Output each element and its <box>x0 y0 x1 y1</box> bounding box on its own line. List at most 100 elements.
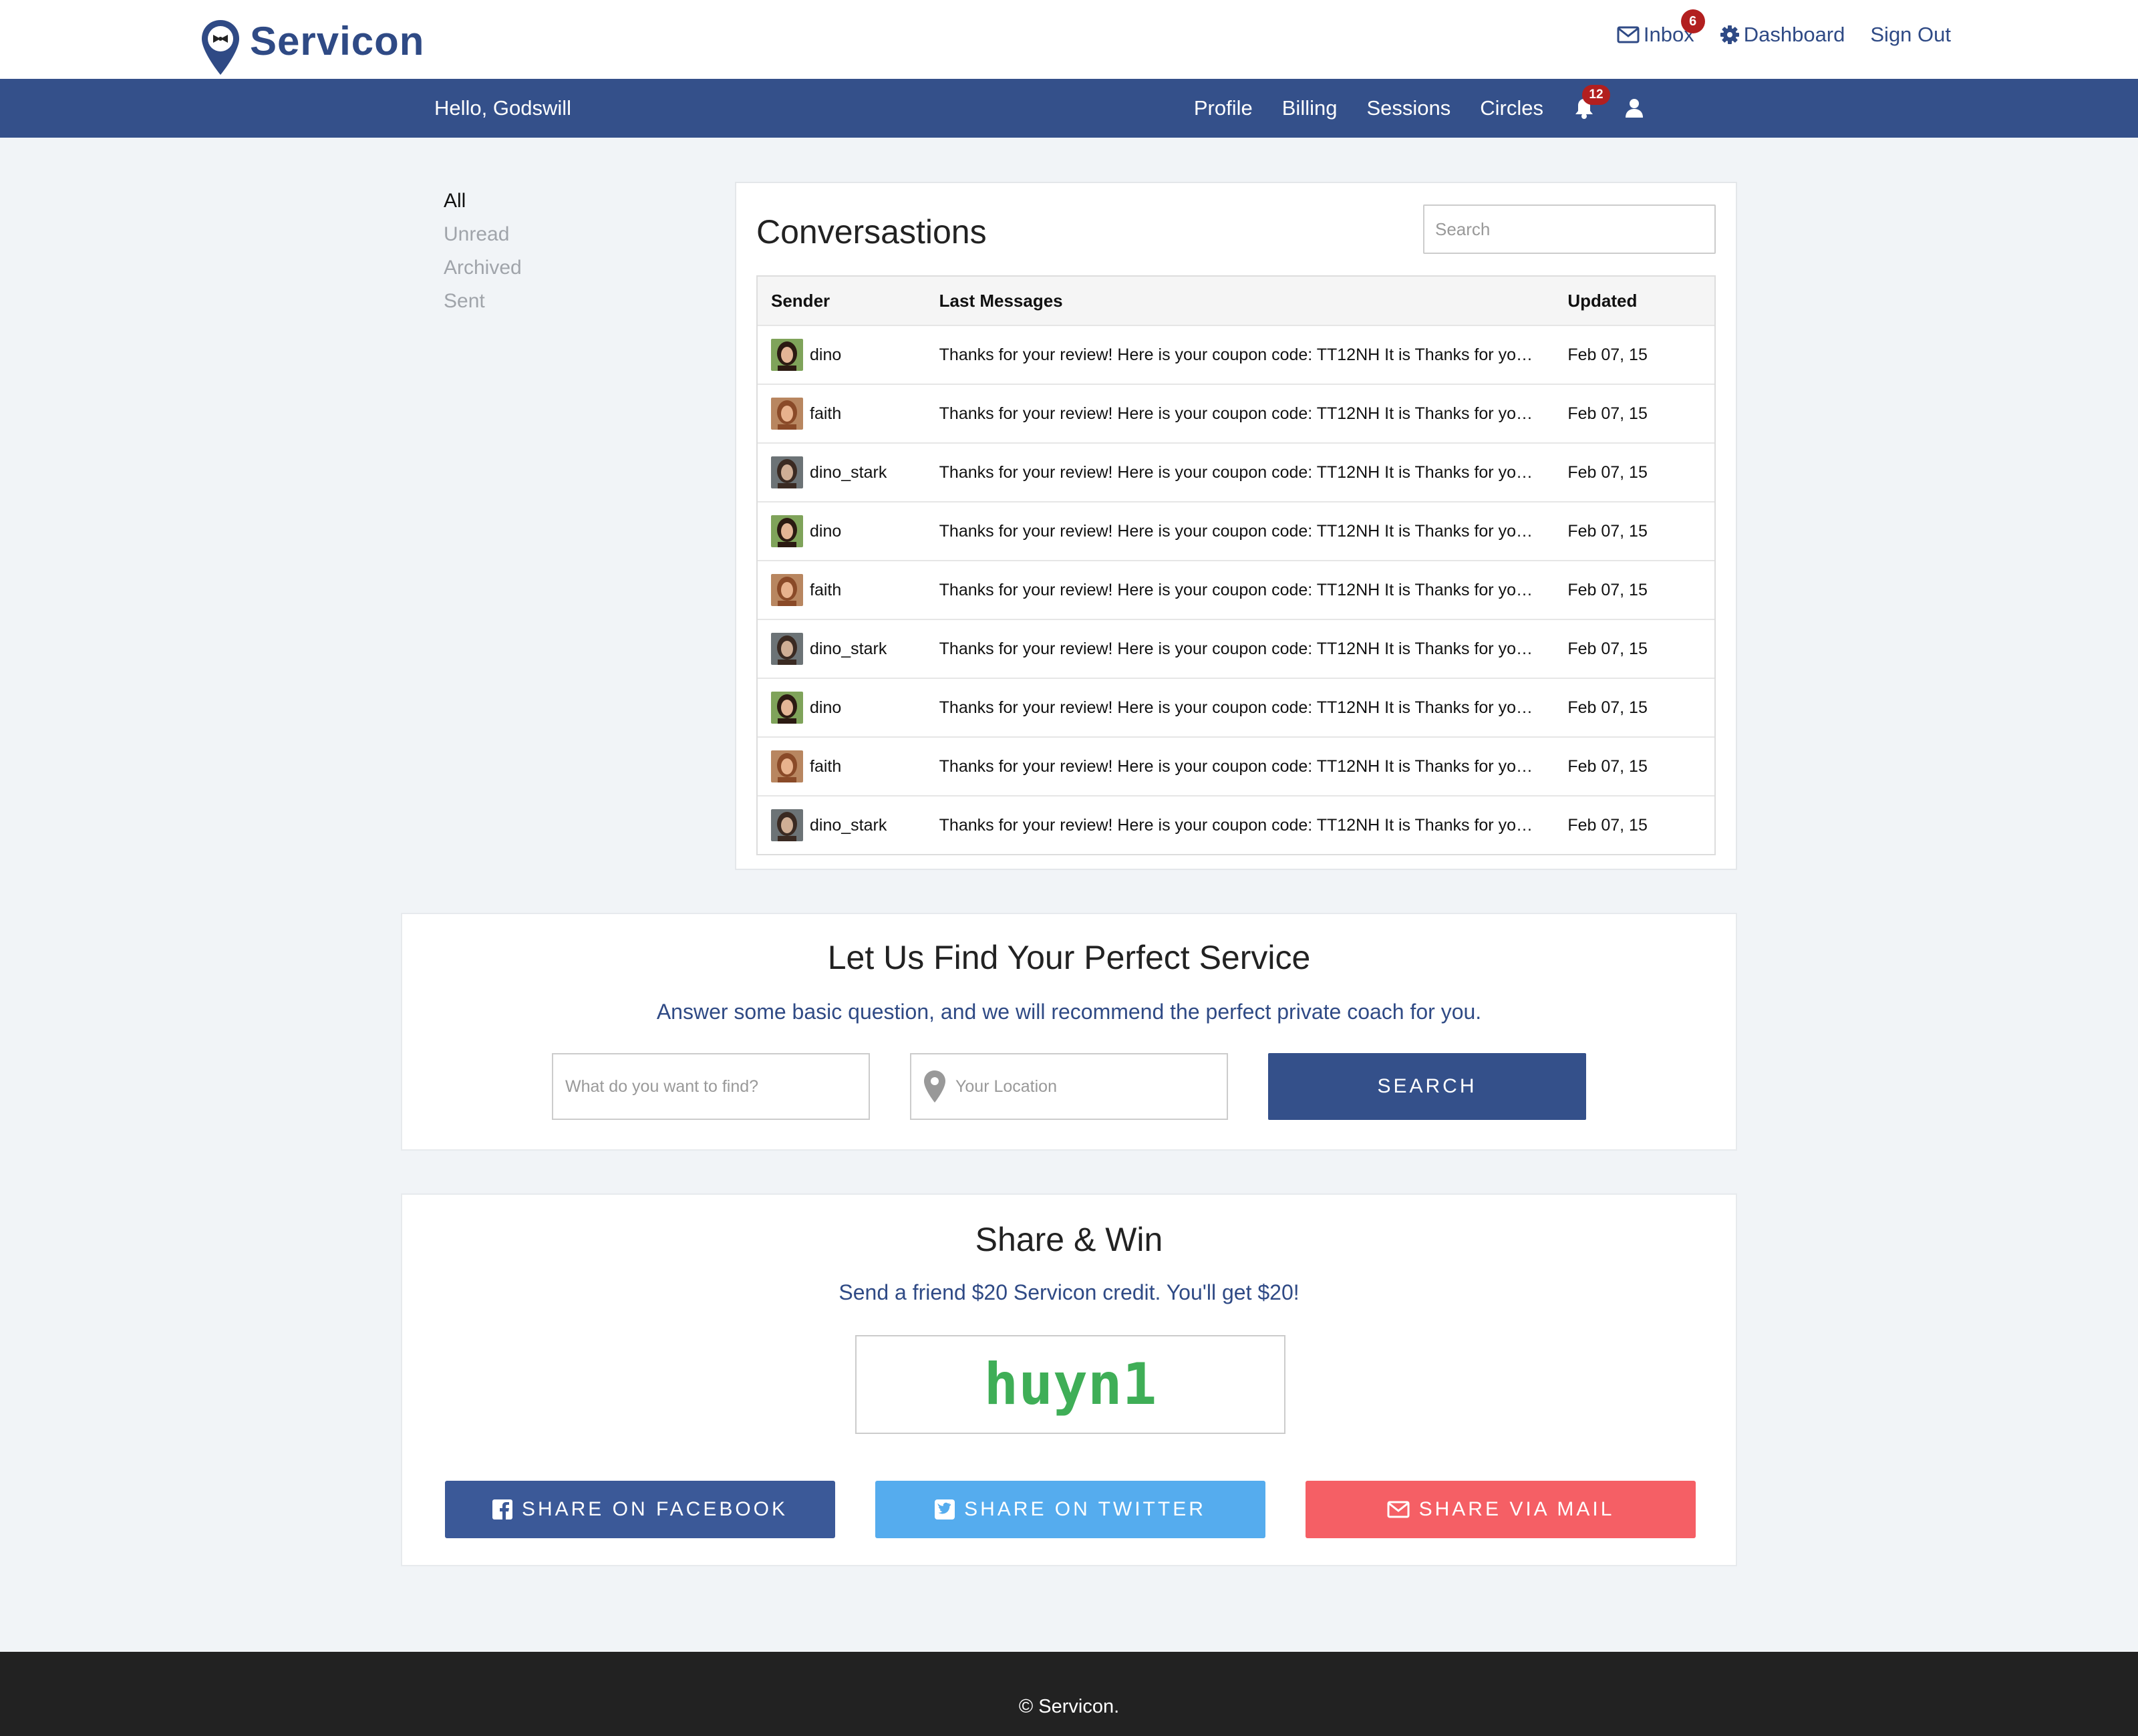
dashboard-link[interactable]: Dashboard <box>1720 23 1845 47</box>
footer-copyright: © Servicon. <box>1018 1696 1120 1717</box>
what-to-find-input[interactable]: What do you want to find? <box>552 1053 870 1120</box>
column-header-last-messages: Last Messages <box>939 290 1063 311</box>
updated-cell: Feb 07, 15 <box>1567 639 1648 658</box>
table-row[interactable]: dino Thanks for your review! Here is your… <box>758 501 1714 560</box>
last-message-cell: Thanks for your review! Here is your cou… <box>939 345 1555 364</box>
updated-cell: Feb 07, 15 <box>1567 462 1648 482</box>
avatar <box>771 692 803 724</box>
avatar <box>771 339 803 371</box>
updated-cell: Feb 07, 15 <box>1567 404 1648 423</box>
table-row[interactable]: faith Thanks for your review! Here is you… <box>758 560 1714 619</box>
find-service-subtitle: Answer some basic question, and we will … <box>656 1000 1482 1024</box>
share-and-win-panel: Share & Win Send a friend $20 Servicon c… <box>401 1193 1737 1566</box>
what-to-find-placeholder: What do you want to find? <box>565 1076 759 1096</box>
last-message-cell: Thanks for your review! Here is your cou… <box>939 756 1555 776</box>
main-navbar: Hello, Godswill Profile Billing Sessions… <box>0 79 2138 138</box>
nav-circles[interactable]: Circles <box>1480 96 1543 120</box>
updated-cell: Feb 07, 15 <box>1567 521 1648 541</box>
table-row[interactable]: dino_stark Thanks for your review! Here i… <box>758 619 1714 678</box>
location-placeholder: Your Location <box>955 1076 1057 1096</box>
sender-name: dino <box>810 521 842 541</box>
nav-sessions[interactable]: Sessions <box>1366 96 1450 120</box>
logo-text: Servicon <box>250 18 425 63</box>
avatar <box>771 456 803 488</box>
referral-code[interactable]: huyn1 <box>855 1335 1285 1434</box>
sender-cell: faith <box>758 750 939 782</box>
top-header: Servicon Inbox 6 Dashboard Sign Out <box>0 0 2138 79</box>
message-filters: All Unread Archived Sent <box>444 184 522 318</box>
conversations-table: Sender Last Messages Updated dino Thanks … <box>756 275 1716 855</box>
find-search-button[interactable]: SEARCH <box>1268 1053 1586 1120</box>
updated-cell: Feb 07, 15 <box>1567 815 1648 835</box>
updated-cell: Feb 07, 15 <box>1567 756 1648 776</box>
envelope-icon <box>1387 1501 1410 1518</box>
column-header-updated: Updated <box>1567 290 1638 311</box>
nav-billing[interactable]: Billing <box>1282 96 1338 120</box>
sender-name: dino_stark <box>810 815 887 835</box>
envelope-icon <box>1617 26 1640 43</box>
inbox-link[interactable]: Inbox 6 <box>1617 9 1705 47</box>
facebook-icon <box>492 1499 512 1520</box>
sender-cell: dino <box>758 339 939 371</box>
sign-out-label: Sign Out <box>1870 23 1951 46</box>
inbox-count-badge: 6 <box>1680 9 1705 33</box>
filter-sent[interactable]: Sent <box>444 285 522 318</box>
filter-archived[interactable]: Archived <box>444 251 522 285</box>
conversations-search-input[interactable] <box>1423 204 1716 254</box>
location-pin-icon <box>924 1070 945 1103</box>
updated-cell: Feb 07, 15 <box>1567 580 1648 599</box>
last-message-cell: Thanks for your review! Here is your cou… <box>939 521 1555 541</box>
sender-cell: dino <box>758 515 939 547</box>
location-input[interactable]: Your Location <box>910 1053 1228 1120</box>
sender-name: faith <box>810 404 842 423</box>
location-pin-logo-icon <box>202 20 239 75</box>
avatar <box>771 515 803 547</box>
twitter-icon <box>935 1499 955 1520</box>
updated-cell: Feb 07, 15 <box>1567 698 1648 717</box>
share-facebook-label: SHARE ON FACEBOOK <box>521 1498 788 1520</box>
share-facebook-button[interactable]: SHARE ON FACEBOOK <box>445 1481 835 1538</box>
notifications-count-badge: 12 <box>1582 85 1610 105</box>
last-message-cell: Thanks for your review! Here is your cou… <box>939 462 1555 482</box>
logo[interactable]: Servicon <box>200 17 424 78</box>
table-row[interactable]: faith Thanks for your review! Here is you… <box>758 384 1714 442</box>
share-subtitle: Send a friend $20 Servicon credit. You'l… <box>838 1280 1300 1304</box>
updated-cell: Feb 07, 15 <box>1567 345 1648 364</box>
sender-cell: faith <box>758 398 939 430</box>
last-message-cell: Thanks for your review! Here is your cou… <box>939 580 1555 599</box>
table-header: Sender Last Messages Updated <box>758 277 1714 325</box>
table-row[interactable]: dino_stark Thanks for your review! Here i… <box>758 442 1714 501</box>
sign-out-link[interactable]: Sign Out <box>1870 23 1951 47</box>
column-header-sender: Sender <box>771 290 830 311</box>
avatar <box>771 398 803 430</box>
avatar <box>771 633 803 665</box>
sender-name: dino <box>810 345 842 364</box>
sender-name: dino_stark <box>810 639 887 658</box>
find-service-title: Let Us Find Your Perfect Service <box>827 939 1311 976</box>
share-title: Share & Win <box>975 1221 1163 1258</box>
last-message-cell: Thanks for your review! Here is your cou… <box>939 815 1555 835</box>
footer: © Servicon. <box>0 1652 2138 1736</box>
table-row[interactable]: dino Thanks for your review! Here is your… <box>758 325 1714 384</box>
table-row[interactable]: faith Thanks for your review! Here is you… <box>758 736 1714 795</box>
table-row[interactable]: dino_stark Thanks for your review! Here i… <box>758 795 1714 854</box>
last-message-cell: Thanks for your review! Here is your cou… <box>939 404 1555 423</box>
sender-name: faith <box>810 580 842 599</box>
share-twitter-button[interactable]: SHARE ON TWITTER <box>875 1481 1265 1538</box>
share-mail-label: SHARE VIA MAIL <box>1418 1498 1615 1520</box>
sender-name: faith <box>810 756 842 776</box>
find-service-panel: Let Us Find Your Perfect Service Answer … <box>401 913 1737 1151</box>
table-row[interactable]: dino Thanks for your review! Here is your… <box>758 678 1714 736</box>
sender-name: dino_stark <box>810 462 887 482</box>
nav-profile[interactable]: Profile <box>1194 96 1253 120</box>
filter-all[interactable]: All <box>444 184 522 218</box>
user-menu-button[interactable] <box>1625 98 1644 119</box>
share-mail-button[interactable]: SHARE VIA MAIL <box>1306 1481 1696 1538</box>
filter-unread[interactable]: Unread <box>444 218 522 251</box>
notifications-button[interactable]: 12 <box>1573 85 1610 120</box>
avatar <box>771 809 803 841</box>
conversations-title: Conversastions <box>756 213 987 251</box>
last-message-cell: Thanks for your review! Here is your cou… <box>939 698 1555 717</box>
sender-cell: dino_stark <box>758 456 939 488</box>
sender-name: dino <box>810 698 842 717</box>
